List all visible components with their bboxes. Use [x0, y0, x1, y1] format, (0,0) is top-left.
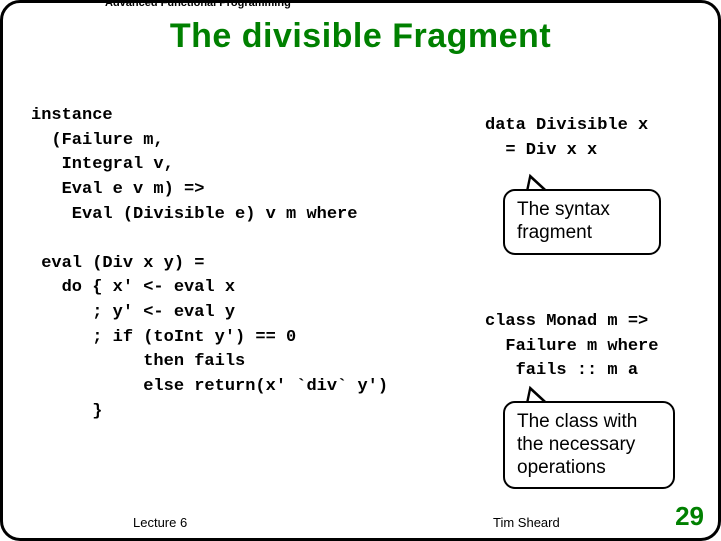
callout-syntax-fragment: The syntax fragment [503, 189, 661, 255]
callout-class-operations: The class with the necessary operations [503, 401, 675, 489]
slide: Advanced Functional Programming The divi… [0, 0, 721, 541]
footer-lecture: Lecture 6 [133, 515, 187, 530]
code-data-divisible: data Divisible x = Div x x [485, 114, 648, 163]
code-class-failure: class Monad m => Failure m where fails :… [485, 310, 658, 384]
footer-author: Tim Sheard [493, 515, 560, 530]
footer: Lecture 6 Tim Sheard 29 [3, 504, 718, 530]
course-label: Advanced Functional Programming [99, 0, 297, 9]
footer-page-number: 29 [675, 501, 704, 532]
code-instance-eval: instance (Failure m, Integral v, Eval e … [31, 104, 388, 424]
slide-title: The divisible Fragment [3, 17, 718, 56]
